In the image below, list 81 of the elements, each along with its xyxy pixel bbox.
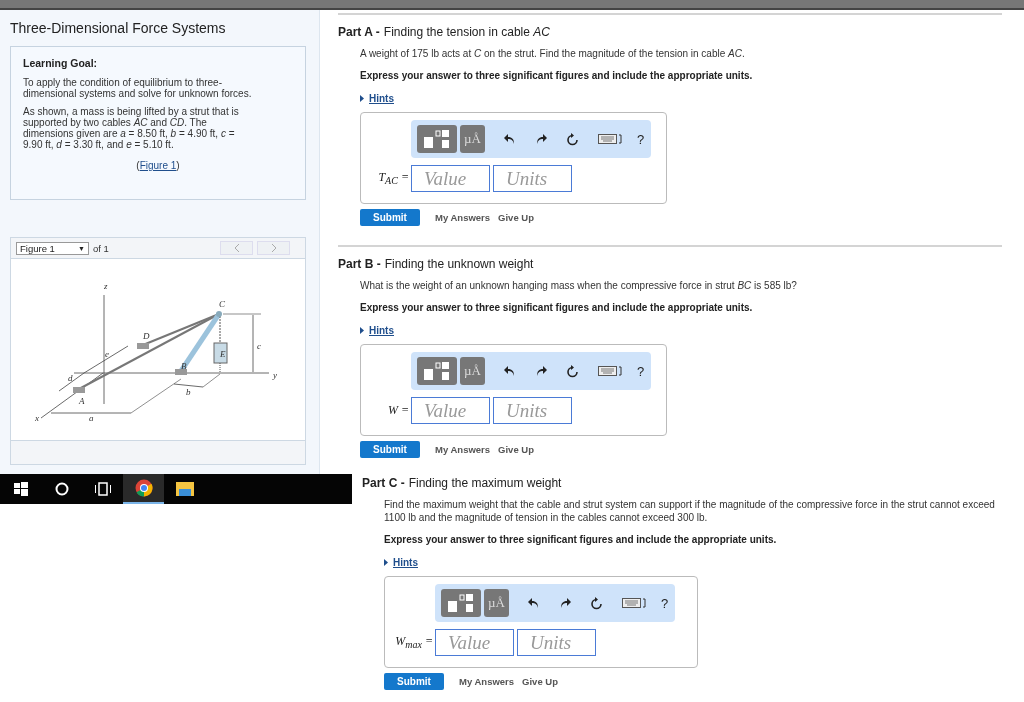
- my-answers-link[interactable]: My Answers: [435, 444, 491, 455]
- help-button[interactable]: ?: [636, 363, 645, 379]
- reset-icon[interactable]: [589, 596, 603, 610]
- figure-label: A: [79, 396, 85, 406]
- units-field[interactable]: Units: [493, 165, 572, 192]
- template-button[interactable]: [417, 125, 457, 153]
- goal-paragraph: As shown, a mass is being lifted by a strut that is supported by two cables AC and CD. The dimensions given are a = 8.50 ft, b = 4.90 ft, c = 9.90 ft, d = 3.30 ft, and e = 5.10 ft.: [23, 106, 240, 150]
- search-icon[interactable]: [54, 482, 69, 496]
- folder-icon[interactable]: [175, 482, 194, 496]
- variable-label: W =: [386, 403, 410, 418]
- figure-label: d: [68, 373, 73, 383]
- expand-triangle-icon: [384, 559, 388, 566]
- submit-button[interactable]: Submit: [360, 209, 420, 226]
- figure-label: c: [257, 341, 261, 351]
- reset-icon[interactable]: [565, 364, 579, 378]
- redo-icon[interactable]: [534, 133, 547, 145]
- undo-icon[interactable]: [503, 133, 516, 145]
- figure-count: of 1: [93, 242, 109, 254]
- expand-triangle-icon: [360, 327, 364, 334]
- figure-label: z: [104, 281, 108, 291]
- link-paren: ): [176, 160, 180, 171]
- hints-link[interactable]: Hints: [393, 557, 418, 568]
- part-title: Finding the tension in cable AC: [383, 25, 550, 39]
- give-up-link[interactable]: Give Up: [522, 676, 558, 687]
- figure-label: E: [220, 349, 226, 359]
- my-answers-link[interactable]: My Answers: [459, 676, 515, 687]
- question-text: Find the maximum weight that the cable and strut system can support if the magnitude of the compressive force in the strut cannot exceed 1100 lb and the magnitude of tension in the cables cannot exceed 300 lb.: [384, 498, 996, 524]
- reset-icon[interactable]: [565, 132, 579, 146]
- part-title: Finding the unknown weight: [384, 257, 534, 271]
- figure-label: D: [143, 331, 150, 341]
- goal-paragraph: To apply the condition of equilibrium to three-dimensional systems and solve for unknown forces.: [23, 77, 253, 99]
- figure-label: y: [273, 370, 277, 380]
- redo-icon[interactable]: [534, 365, 547, 377]
- value-field[interactable]: Value: [411, 165, 490, 192]
- assignment-title: Three-Dimensional Force Systems: [10, 20, 227, 36]
- figure-label: B: [181, 361, 187, 371]
- instruction-text: Express your answer to three significant figures and include the appropriate units.: [384, 534, 778, 545]
- units-field[interactable]: Units: [517, 629, 596, 656]
- keyboard-icon[interactable]: [597, 366, 622, 376]
- my-answers-link[interactable]: My Answers: [435, 212, 491, 223]
- figure-label: x: [35, 413, 39, 423]
- keyboard-icon[interactable]: [621, 598, 646, 608]
- value-field[interactable]: Value: [435, 629, 514, 656]
- part-label: Part C -: [362, 476, 405, 490]
- hints-link[interactable]: Hints: [369, 93, 394, 104]
- part-label: Part B -: [338, 257, 381, 271]
- link-paren: (: [136, 160, 140, 171]
- learning-goal-heading: Learning Goal:: [23, 57, 99, 69]
- figure-label: a: [89, 413, 94, 423]
- template-button[interactable]: [417, 357, 457, 385]
- question-text: A weight of 175 lb acts at C on the strut. Find the magnitude of the tension in cable AC.: [360, 47, 746, 60]
- variable-label: W$_{max}$ =: [394, 634, 434, 651]
- undo-icon[interactable]: [503, 365, 516, 377]
- browser-icon[interactable]: [134, 479, 153, 497]
- help-button[interactable]: ?: [660, 595, 669, 611]
- instruction-text: Express your answer to three significant figures and include the appropriate units.: [360, 302, 754, 313]
- part-title: Finding the maximum weight: [408, 476, 562, 490]
- variable-label: T$_{AC}$ =: [377, 170, 410, 187]
- submit-button[interactable]: Submit: [360, 441, 420, 458]
- template-button[interactable]: [441, 589, 481, 617]
- instruction-text: Express your answer to three significant figures and include the appropriate units.: [360, 70, 754, 81]
- give-up-link[interactable]: Give Up: [498, 212, 534, 223]
- value-field[interactable]: Value: [411, 397, 490, 424]
- keyboard-icon[interactable]: [597, 134, 622, 144]
- give-up-link[interactable]: Give Up: [498, 444, 534, 455]
- chevron-left-icon: [233, 244, 240, 252]
- task-view-icon[interactable]: [93, 482, 112, 496]
- submit-button[interactable]: Submit: [384, 673, 444, 690]
- figure-label: C: [219, 299, 225, 309]
- hints-link[interactable]: Hints: [369, 325, 394, 336]
- figure-label: e: [105, 349, 109, 359]
- part-label: Part A -: [338, 25, 380, 39]
- start-icon[interactable]: [13, 482, 28, 496]
- units-field[interactable]: Units: [493, 397, 572, 424]
- undo-icon[interactable]: [527, 597, 540, 609]
- question-text: What is the weight of an unknown hanging mass when the compressive force in strut BC is 585 lb?: [360, 279, 798, 292]
- redo-icon[interactable]: [558, 597, 571, 609]
- figure-label: b: [186, 387, 191, 397]
- chevron-right-icon: [270, 244, 277, 252]
- expand-triangle-icon: [360, 95, 364, 102]
- help-button[interactable]: ?: [636, 131, 645, 147]
